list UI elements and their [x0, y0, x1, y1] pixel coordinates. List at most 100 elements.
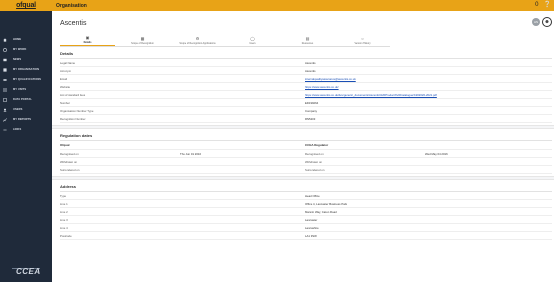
- users-tab-icon: ◯: [250, 35, 255, 41]
- sidebar-item-label: MY ORGANISATION: [13, 68, 40, 71]
- address-value: Head Office: [305, 193, 320, 198]
- sidebar-item-users[interactable]: USERS: [0, 106, 52, 113]
- regulation-value: Thu Jun 01 2010: [180, 151, 201, 156]
- regulation-key: Withdrawn on: [305, 159, 323, 164]
- detail-row: Legal Name Ascentis: [60, 59, 552, 67]
- address-key: Line 1: [60, 201, 68, 206]
- avatar[interactable]: AS: [532, 18, 540, 26]
- detail-link[interactable]: internalqualityassurance@ascentis.co.uk: [305, 77, 552, 81]
- scope-icon: ▦: [140, 35, 145, 41]
- details-section-title: Details: [60, 51, 74, 56]
- detail-key: Recognition Number: [60, 116, 86, 121]
- regulation-row: Withdrawn on Withdrawn on: [60, 158, 552, 166]
- detail-key: List of standard fees: [60, 92, 86, 97]
- regulation-section-title: Regulation dates: [60, 133, 93, 138]
- address-value: Lancashire: [305, 225, 319, 230]
- help-icon[interactable]: ❔: [544, 1, 551, 10]
- address-row: Type Head Office: [60, 192, 552, 200]
- detail-key: Email: [60, 76, 67, 81]
- sidebar-item-my-organisation[interactable]: MY ORGANISATION: [0, 66, 52, 73]
- sidebar-item-label: MY REPORTS: [13, 118, 32, 121]
- detail-value: Ascentis: [305, 68, 316, 73]
- address-value: Lancaster: [305, 217, 318, 222]
- regulation-row: Surrendered on Surrendered on: [60, 166, 552, 174]
- sidebar-item-label: MY WORK: [13, 48, 27, 51]
- home-icon: [3, 37, 7, 42]
- top-bar-actions: 0 ❔: [535, 1, 551, 10]
- detail-row: Email internalqualityassurance@ascentis.c…: [60, 75, 552, 83]
- sidebar-nav: HOME MY WORK NEWS MY ORGANISATION MY QUALIFI…: [0, 11, 52, 133]
- bell-icon[interactable]: 0: [535, 1, 538, 10]
- regulation-key: Surrendered on: [60, 167, 80, 172]
- detail-key: Website: [60, 84, 71, 89]
- detail-value: RN5203: [305, 116, 316, 121]
- main-content: Ascentis AS ☻ ▣ Details ▦ Scope of Recognit…: [52, 11, 554, 282]
- address-value: LA1 3SW: [305, 233, 317, 238]
- regulation-key: Withdrawn on: [60, 159, 78, 164]
- units-icon: [3, 87, 7, 92]
- resources-icon: ▤: [305, 35, 310, 41]
- users-icon: [3, 108, 7, 112]
- sidebar-item-my-work[interactable]: MY WORK: [0, 46, 52, 53]
- detail-value: ED199264: [305, 100, 319, 105]
- tab-users[interactable]: ◯ Users: [225, 35, 280, 46]
- tab-scope-of-recognition[interactable]: ▦ Scope of Recognition: [115, 35, 170, 46]
- sidebar-item-news[interactable]: NEWS: [0, 56, 52, 63]
- detail-key: Acronym: [60, 68, 72, 73]
- address-row: Line 4 Lancashire: [60, 224, 552, 232]
- regulation-key: Recognised on: [60, 151, 79, 156]
- sidebar-item-links[interactable]: LINKS: [0, 126, 52, 133]
- ccea-logo: CCEA: [16, 267, 41, 276]
- details-list: Legal Name Ascentis Acronym Ascentis Email in…: [52, 59, 554, 123]
- sidebar-item-data-portal[interactable]: DATA PORTAL: [0, 96, 52, 103]
- scope-app-icon: ⚙: [195, 35, 200, 41]
- address-key: Line 4: [60, 225, 68, 230]
- org-title: Ascentis: [60, 19, 87, 27]
- tab-version-history[interactable]: ○ Version History: [335, 35, 390, 46]
- org-header: Ascentis AS ☻: [52, 11, 554, 35]
- detail-value: Company: [305, 108, 317, 113]
- address-row: Postcode LA1 3SW: [60, 232, 552, 240]
- sidebar-item-my-qualifications[interactable]: MY QUALIFICATIONS: [0, 76, 52, 83]
- section-gap: [52, 125, 554, 129]
- detail-link[interactable]: https://www.ascentis.co.uk/: [305, 85, 552, 89]
- regulation-heads: Ofqual CCEA Regulator: [60, 141, 552, 150]
- detail-row: Number ED199264: [60, 99, 552, 107]
- ccea-heading: CCEA Regulator: [305, 143, 329, 147]
- tab-label: Users: [249, 41, 256, 45]
- tab-label: Version History: [354, 41, 371, 45]
- sidebar-item-my-units[interactable]: MY UNITS: [0, 86, 52, 93]
- address-key: Postcode: [60, 233, 72, 238]
- sidebar: HOME MY WORK NEWS MY ORGANISATION MY QUALIFI…: [0, 11, 52, 282]
- address-list: Type Head Office Line 1 Office 4, Lancaster…: [52, 192, 554, 240]
- data-portal-icon: [3, 97, 7, 102]
- history-icon: ○: [361, 35, 364, 41]
- detail-key: Number: [60, 100, 70, 105]
- tab-scope-of-recognition-applications[interactable]: ⚙ Scope of Recognition Applications: [170, 35, 225, 46]
- detail-row: Acronym Ascentis: [60, 67, 552, 75]
- detail-row: Organisation Number Type Company: [60, 107, 552, 115]
- detail-key: Legal Name: [60, 60, 76, 65]
- address-key: Type: [60, 193, 67, 198]
- sidebar-item-home[interactable]: HOME: [0, 36, 52, 43]
- address-row: Line 3 Lancaster: [60, 216, 552, 224]
- user-icon[interactable]: ☻: [542, 17, 552, 27]
- sidebar-item-label: USERS: [13, 108, 23, 111]
- tab-label: Resources: [301, 41, 314, 45]
- regulation-list: Recognised on Thu Jun 01 2010 Recognised o…: [52, 150, 554, 174]
- ofqual-logo[interactable]: ofqual: [0, 0, 52, 11]
- address-key: Line 3: [60, 217, 68, 222]
- detail-link[interactable]: https://www.ascentis.co.uk/dev/generic_d…: [305, 93, 552, 97]
- tab-resources[interactable]: ▤ Resources: [280, 35, 335, 46]
- detail-row: Website https://www.ascentis.co.uk/: [60, 83, 552, 91]
- news-icon: [3, 58, 7, 62]
- ofqual-heading: Ofqual: [60, 143, 70, 147]
- detail-row: List of standard fees https://www.ascenti…: [60, 91, 552, 99]
- tab-bar: ▣ Details ▦ Scope of Recognition ⚙ Scope of R…: [60, 35, 390, 47]
- address-row: Line 2 Mannin Way, Caton Road: [60, 208, 552, 216]
- tab-details[interactable]: ▣ Details: [60, 35, 115, 46]
- logo-text: ofqual: [16, 2, 36, 9]
- detail-value: Ascentis: [305, 60, 316, 65]
- sidebar-item-my-reports[interactable]: MY REPORTS: [0, 116, 52, 123]
- regulation-key: Recognised on: [305, 151, 324, 156]
